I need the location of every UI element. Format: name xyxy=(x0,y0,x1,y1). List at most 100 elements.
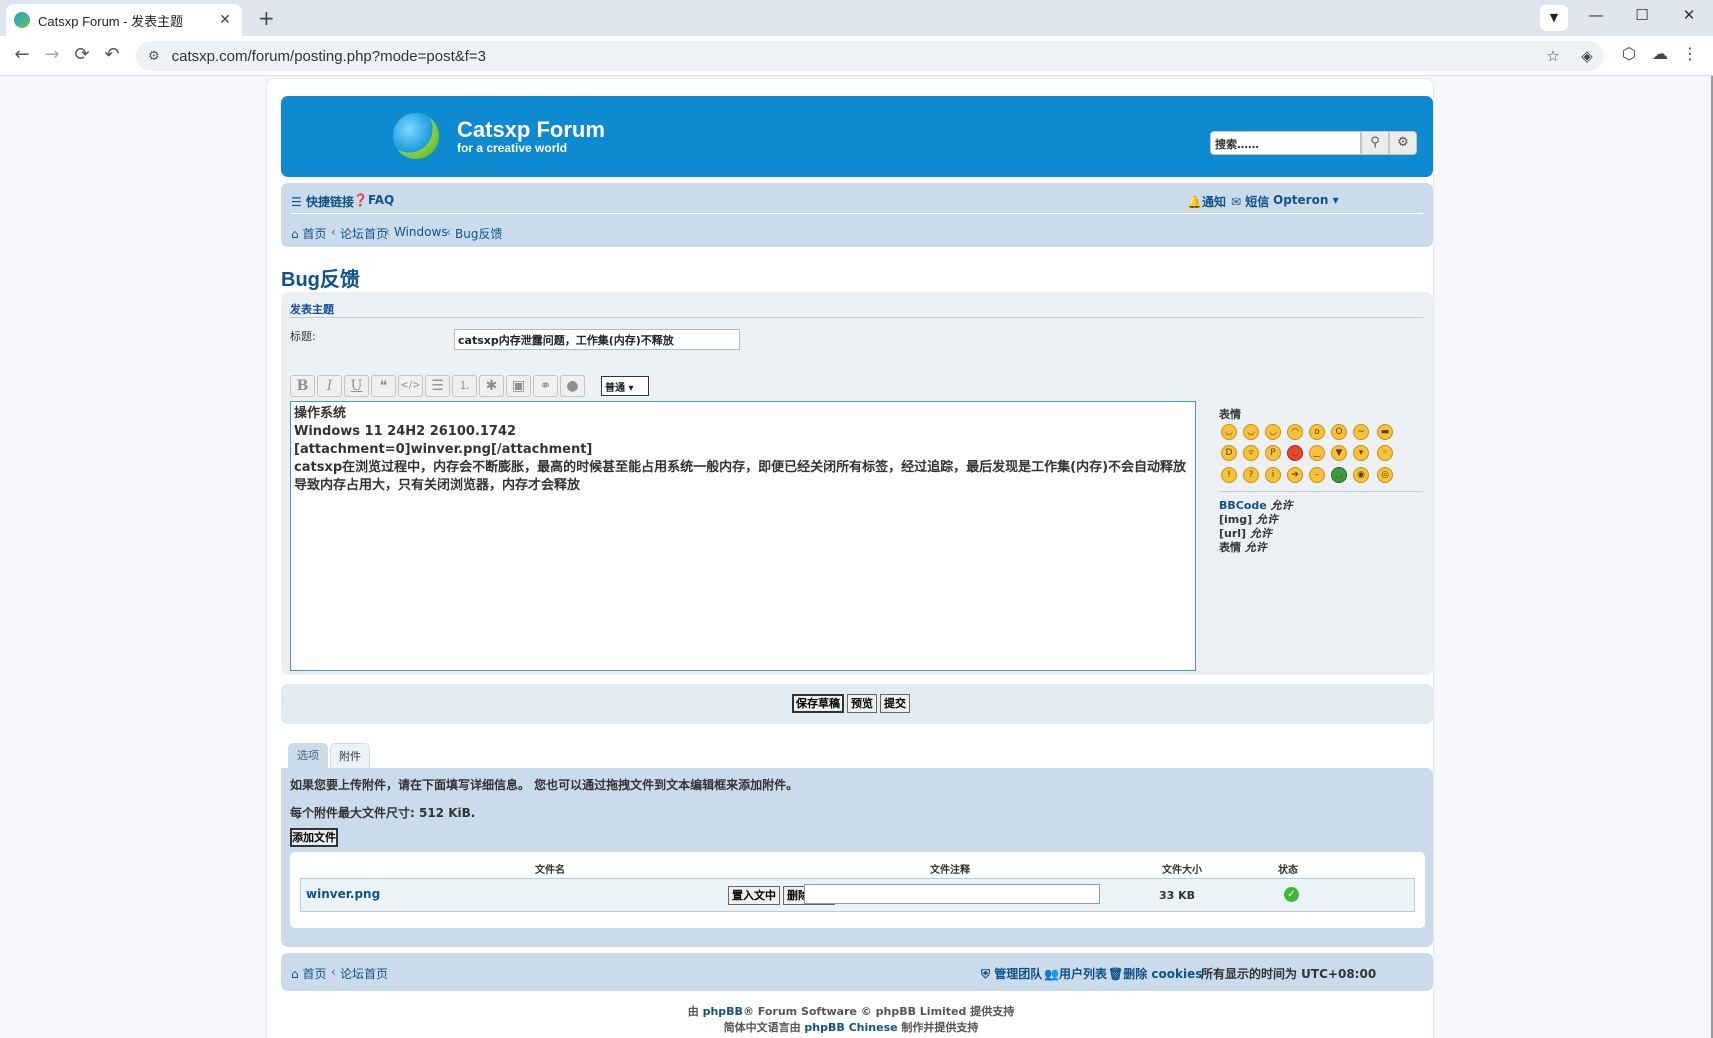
smiley-uber-geek-icon[interactable]: ◎ xyxy=(1377,467,1393,483)
smiley-idea-icon[interactable]: i xyxy=(1265,467,1281,483)
breadcrumb-home[interactable]: ⌂ 首页 xyxy=(291,225,326,242)
page-title[interactable]: Bug反馈 xyxy=(281,263,360,292)
close-window-icon[interactable]: ✕ xyxy=(1675,6,1703,24)
smiley-question-icon[interactable]: ? xyxy=(1243,467,1259,483)
phpbb-chinese-link[interactable]: phpBB Chinese xyxy=(804,1021,897,1034)
tab-options[interactable]: 选项 xyxy=(288,743,328,768)
site-name[interactable]: Catsxp Forum xyxy=(457,117,605,143)
list-icon[interactable]: ☰ xyxy=(425,375,450,397)
smiley-neutral-icon[interactable]: – xyxy=(1309,467,1325,483)
smiley-redface-icon[interactable]: ◡ xyxy=(1287,445,1303,461)
upload-cloud-icon[interactable]: ☁ xyxy=(1646,44,1674,63)
smiley-lol-icon[interactable]: D xyxy=(1221,445,1237,461)
minimize-icon[interactable]: — xyxy=(1582,6,1610,24)
breadcrumb-bug-feedback[interactable]: Bug反馈 xyxy=(455,225,502,242)
back-icon[interactable]: ← xyxy=(10,44,34,65)
url-text[interactable]: catsxp.com/forum/posting.php?mode=post&f… xyxy=(172,48,1536,65)
search-input[interactable]: 搜索…… xyxy=(1210,131,1361,155)
members-link[interactable]: 👥用户列表 xyxy=(1044,965,1107,982)
smiley-smile-icon[interactable]: ◡ xyxy=(1243,424,1259,440)
quote-icon[interactable]: ❝ xyxy=(371,375,396,397)
smiley-mad-icon[interactable]: ▿ xyxy=(1243,445,1259,461)
submit-button[interactable]: 提交 xyxy=(880,694,910,713)
home-icon: ⌂ xyxy=(291,967,303,981)
tab-search-chevron-icon[interactable]: ▼ xyxy=(1540,5,1568,31)
undo-icon[interactable]: ↶ xyxy=(100,44,124,65)
code-icon[interactable]: </> xyxy=(398,375,423,397)
timezone-text: 所有显示的时间为 UTC+08:00 xyxy=(1201,967,1377,981)
translation-credit: 简体中文语言由 phpBB Chinese 制作并提供支持 xyxy=(723,1021,979,1034)
breadcrumb-forum-index[interactable]: 论坛首页 xyxy=(340,225,388,242)
smiley-twisted-icon[interactable]: ▾ xyxy=(1353,445,1369,461)
posting-panel: 发表主题 标题: catsxp内存泄露问题，工作集(内存)不释放 B I U ❝… xyxy=(281,292,1433,675)
smiley-cry-icon[interactable]: ‿ xyxy=(1309,445,1325,461)
messages-link[interactable]: ✉ 短信 xyxy=(1231,193,1269,210)
footer-nav: ⌂ 首页 ‹ 论坛首页 ⛨ 管理团队 👥用户列表 🗑删除 cookies 所有显… xyxy=(281,953,1433,991)
breadcrumb-sep: ‹ xyxy=(331,225,336,239)
smiley-mrgreen-icon[interactable]: ◡ xyxy=(1331,467,1347,483)
advanced-search-gear-icon[interactable]: ⚙ xyxy=(1389,131,1417,155)
smiley-biggrin-icon[interactable]: ◡ xyxy=(1221,424,1237,440)
section-title: 发表主题 xyxy=(290,303,334,316)
smiley-confused-icon[interactable]: ~ xyxy=(1353,424,1369,440)
maximize-icon[interactable]: ☐ xyxy=(1628,6,1656,24)
file-comment-textarea[interactable] xyxy=(804,884,1100,904)
extensions-icon[interactable]: ⬡ xyxy=(1615,44,1643,63)
smiley-surprised-icon[interactable]: o xyxy=(1309,424,1325,440)
question-circle-icon: ❓ xyxy=(353,193,368,207)
smiley-wink-icon[interactable]: ◡ xyxy=(1265,424,1281,440)
site-favicon-icon xyxy=(14,12,30,28)
close-tab-icon[interactable]: ✕ xyxy=(216,12,234,28)
save-draft-button[interactable]: 保存草稿 xyxy=(792,694,844,713)
quick-links-menu[interactable]: ☰ 快捷链接 xyxy=(291,193,354,210)
subject-input[interactable]: catsxp内存泄露问题，工作集(内存)不释放 xyxy=(454,329,740,350)
breadcrumb-sep: ‹ xyxy=(385,225,390,239)
user-menu[interactable]: Opteron ▾ xyxy=(1273,193,1339,207)
smiley-exclaim-icon[interactable]: ! xyxy=(1221,467,1237,483)
phpbb-link[interactable]: phpBB xyxy=(703,1005,743,1018)
breadcrumb-windows[interactable]: Windows xyxy=(394,225,448,239)
new-tab-icon[interactable]: + xyxy=(258,6,275,30)
message-textarea[interactable]: 操作系统 Windows 11 24H2 26100.1742 [attachm… xyxy=(290,401,1196,671)
smiley-geek-icon[interactable]: ◉ xyxy=(1353,467,1369,483)
place-inline-button[interactable]: 置入文中 xyxy=(728,886,780,905)
font-size-select[interactable]: 普通 ▾ xyxy=(601,376,649,396)
smiley-rolleyes-icon[interactable]: ◦ xyxy=(1377,445,1393,461)
notifications-link[interactable]: 🔔通知 xyxy=(1187,193,1226,210)
delete-cookies-link[interactable]: 🗑删除 cookies xyxy=(1108,965,1202,982)
tab-attachments[interactable]: 附件 xyxy=(330,743,370,768)
link-icon[interactable]: ⚭ xyxy=(533,375,558,397)
forum-logo[interactable] xyxy=(393,113,439,159)
smilies-label: 表情 xyxy=(1219,408,1241,421)
underline-button[interactable]: U xyxy=(344,375,369,397)
image-icon[interactable]: ▣ xyxy=(506,375,531,397)
site-info-icon[interactable]: ⚙ xyxy=(148,49,160,64)
faq-link[interactable]: ❓FAQ xyxy=(353,193,394,207)
team-link[interactable]: ⛨ 管理团队 xyxy=(981,965,1042,982)
preview-button[interactable]: 预览 xyxy=(847,694,877,713)
color-drop-icon[interactable]: ● xyxy=(560,375,585,397)
smiley-sad-icon[interactable]: ◠ xyxy=(1287,424,1303,440)
menu-icon[interactable]: ⋮ xyxy=(1676,44,1704,63)
reload-icon[interactable]: ⟳ xyxy=(70,44,94,65)
bold-button[interactable]: B xyxy=(290,375,315,397)
submit-panel: 保存草稿 预览 提交 xyxy=(281,684,1433,724)
browser-tab[interactable]: Catsxp Forum - 发表主题 ✕ xyxy=(6,4,242,36)
forward-icon[interactable]: → xyxy=(40,44,64,65)
smiley-eek-icon[interactable]: O xyxy=(1331,424,1347,440)
smiley-razz-icon[interactable]: P xyxy=(1265,445,1281,461)
bookmark-star-icon[interactable]: ☆ xyxy=(1536,47,1570,65)
layers-icon[interactable]: ◈ xyxy=(1570,47,1604,65)
list-item-asterisk-icon[interactable]: ✱ xyxy=(479,375,504,397)
footer-forum-index-link[interactable]: 论坛首页 xyxy=(340,965,388,982)
smiley-cool-icon[interactable]: ▬ xyxy=(1377,424,1393,440)
attachment-filename[interactable]: winver.png xyxy=(306,887,380,901)
footer-home-link[interactable]: ⌂ 首页 xyxy=(291,965,326,982)
ordered-list-icon[interactable]: ⒈ xyxy=(452,375,477,397)
add-file-button[interactable]: 添加文件 xyxy=(290,828,338,847)
address-bar[interactable]: ⚙ catsxp.com/forum/posting.php?mode=post… xyxy=(136,41,1604,71)
smiley-evil-icon[interactable]: ▼ xyxy=(1331,445,1347,461)
italic-button[interactable]: I xyxy=(317,375,342,397)
smiley-arrow-icon[interactable]: ➜ xyxy=(1287,467,1303,483)
search-icon[interactable]: ⚲ xyxy=(1361,131,1389,155)
